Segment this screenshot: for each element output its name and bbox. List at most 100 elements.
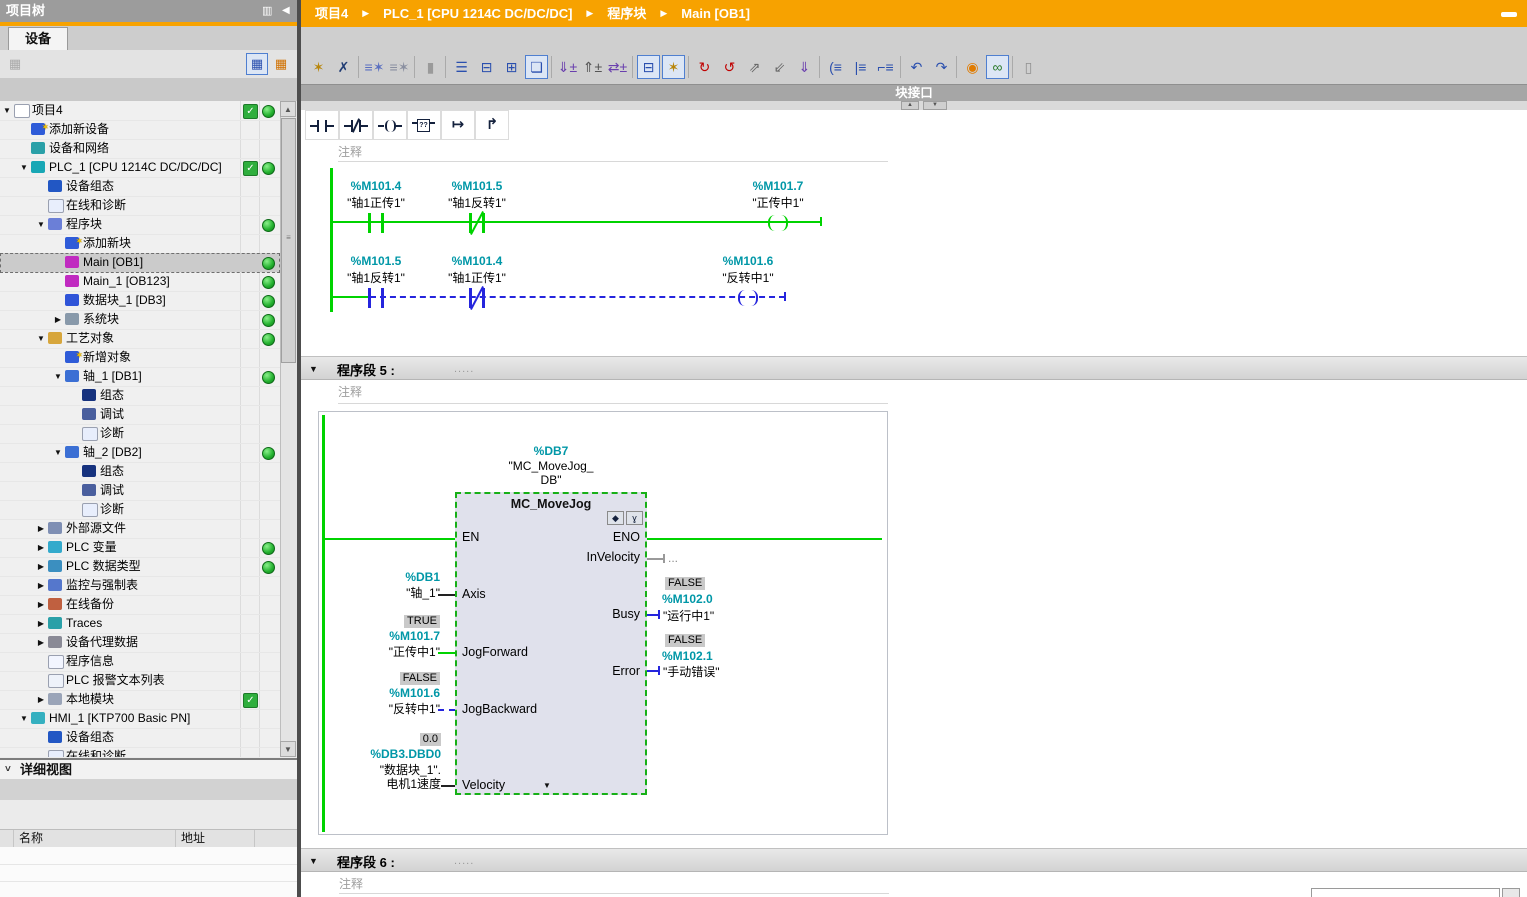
instance-db-name[interactable]: "MC_MoveJog_ [509,459,594,473]
coil-symbol[interactable] [768,215,775,231]
value-badge[interactable]: 0.0 [420,733,441,746]
zoom-combobox[interactable] [1311,888,1500,897]
pin-jogforward[interactable]: JogForward [462,645,528,659]
network-comment[interactable]: 注释 [339,875,363,892]
sidebar-item-诊断[interactable]: 诊断 [0,424,280,444]
sidebar-item-轴_2-db2-[interactable]: ▼轴_2 [DB2] [0,443,280,463]
tree-expander-icon[interactable]: ▼ [52,367,64,386]
detail-col-address[interactable]: 地址 [176,830,255,848]
block-configuration-icon[interactable]: ◆ [607,511,624,525]
sidebar-item-添加新设备[interactable]: ✶添加新设备 [0,120,280,140]
operand-name[interactable]: "手动错误" [663,663,720,680]
sidebar-item-调试[interactable]: 调试 [0,481,280,501]
tree-expander-icon[interactable]: ▼ [18,709,30,728]
interface-collapse-up-icon[interactable]: ▲ [901,101,919,110]
sidebar-item-组态[interactable]: 组态 [0,386,280,406]
operand-name[interactable]: "反转中1" [722,269,773,286]
network-header[interactable]: ▼程序段 5 :..... [301,356,1527,380]
operand-name[interactable]: "轴1反转1" [347,269,405,286]
next-error-icon[interactable]: ↺ [718,55,741,79]
tree-expander-icon[interactable]: ▼ [18,158,30,177]
redo-icon[interactable]: ↷ [930,55,953,79]
tree-expander-icon[interactable]: ▼ [35,215,47,234]
add-row-icon[interactable]: ≡✶ [388,55,411,79]
sidebar-item-main_1-ob123-[interactable]: Main_1 [OB123] [0,272,280,292]
sidebar-item-hmi_1-ktp700-basic-pn-[interactable]: ▼HMI_1 [KTP700 Basic PN] [0,709,280,729]
modify-operand-icon[interactable]: ◉ [961,55,984,79]
tree-expander-icon[interactable]: ▶ [35,557,47,576]
close-all-networks-icon[interactable]: ⊟ [475,55,498,79]
operand-name[interactable]: "轴1正传1" [448,269,506,286]
network-comment[interactable]: 注释 [338,383,362,400]
snapshot-actual-values-icon[interactable]: ⇓± [556,55,579,79]
pin-axis[interactable]: Axis [462,587,486,601]
operand-name[interactable]: "轴1反转1" [448,194,506,211]
sidebar-item-本地模块[interactable]: ▶本地模块 [0,690,280,710]
instance-db-name2[interactable]: DB" [541,473,562,487]
update-block-calls-icon[interactable]: ⇗ [743,55,766,79]
zoom-button[interactable] [1502,888,1520,897]
breadcrumb-item[interactable]: 程序块 [607,0,646,27]
operand-name[interactable]: "反转中1" [389,700,440,717]
insert-network-icon[interactable]: ✶ [307,55,330,79]
operand-address[interactable]: %M101.5 [351,254,402,268]
value-badge[interactable]: FALSE [665,577,705,590]
no-contact-symbol[interactable] [368,213,371,233]
columns-icon[interactable]: ▥ [262,0,272,22]
value-badge[interactable]: FALSE [665,634,705,647]
sidebar-item-plc-数据类型[interactable]: ▶PLC 数据类型 [0,557,280,577]
sidebar-item-在线和诊断[interactable]: 在线和诊断 [0,747,280,757]
sidebar-item-traces[interactable]: ▶Traces [0,614,280,634]
apply-snapshot-icon[interactable]: ⇑± [581,55,604,79]
close-branch-icon[interactable]: ↱ [475,110,509,140]
goto-usage-icon[interactable]: |≡ [849,55,872,79]
goto-next-usage-icon[interactable]: ⌐≡ [874,55,897,79]
tree-expander-icon[interactable]: ▶ [35,576,47,595]
open-all-networks-icon[interactable]: ⊞ [500,55,523,79]
insert-row-icon[interactable]: ≡✶ [363,55,386,79]
breadcrumb-item[interactable]: PLC_1 [CPU 1214C DC/DC/DC] [383,0,572,27]
sidebar-item-plc-报警文本列表[interactable]: PLC 报警文本列表 [0,671,280,691]
undo-icon[interactable]: ↶ [905,55,928,79]
sidebar-item-设备组态[interactable]: 设备组态 [0,728,280,748]
operand-address[interactable]: %M102.0 [662,592,713,606]
absolute-operands-icon[interactable]: ☰ [450,55,473,79]
pin-jogbackward[interactable]: JogBackward [462,702,537,716]
sidebar-item-plc-变量[interactable]: ▶PLC 变量 [0,538,280,558]
value-badge[interactable]: FALSE [400,672,440,685]
operand-name2[interactable]: 电机1速度 [386,775,441,792]
operand-name[interactable]: "轴_1" [406,584,440,601]
operand-name[interactable]: "正传中1" [389,643,440,660]
instance-db-address[interactable]: %DB7 [534,444,569,458]
sidebar-item-在线和诊断[interactable]: 在线和诊断 [0,196,280,216]
coil-icon[interactable] [373,110,407,140]
no-contact-symbol[interactable] [368,288,371,308]
consistent-download-icon[interactable]: ⇙ [768,55,791,79]
filter-icon[interactable]: ▦ [4,53,26,75]
operand-address[interactable]: %M101.7 [753,179,804,193]
tree-expander-icon[interactable]: ▶ [52,310,64,329]
pin-invelocity[interactable]: InVelocity [586,550,640,564]
minimize-icon[interactable] [1501,12,1517,17]
tree-expander-icon[interactable]: ▶ [35,538,47,557]
collapse-triangle-icon[interactable]: ▼ [309,364,318,374]
collapse-triangle-icon[interactable]: ▼ [309,856,318,866]
sidebar-item-plc_1-cpu-1214c-dc-dc-dc-[interactable]: ▼PLC_1 [CPU 1214C DC/DC/DC] [0,158,280,178]
network-header[interactable]: ▼程序段 6 :..... [301,848,1527,872]
pin-busy[interactable]: Busy [612,607,640,621]
pin-eno[interactable]: ENO [613,530,640,544]
sidebar-item-设备组态[interactable]: 设备组态 [0,177,280,197]
sidebar-item-数据块_1-db3-[interactable]: 数据块_1 [DB3] [0,291,280,311]
tree-expander-icon[interactable]: ▼ [52,443,64,462]
empty-box-icon[interactable]: ?? [407,110,441,140]
operand-address[interactable]: %M101.4 [452,254,503,268]
operand-address[interactable]: %M101.5 [452,179,503,193]
sidebar-item-新增对象[interactable]: ✶新增对象 [0,348,280,368]
scrollbar-thumb[interactable]: ≡ [281,118,296,363]
breadcrumb-item[interactable]: 项目4 [315,0,348,27]
block-diagnostics-icon[interactable]: ɣ [626,511,643,525]
block-interface-toggle-icon[interactable]: ⊟ [637,55,660,79]
sidebar-item-诊断[interactable]: 诊断 [0,500,280,520]
tree-expander-icon[interactable]: ▶ [35,595,47,614]
operand-address[interactable]: %M101.4 [351,179,402,193]
